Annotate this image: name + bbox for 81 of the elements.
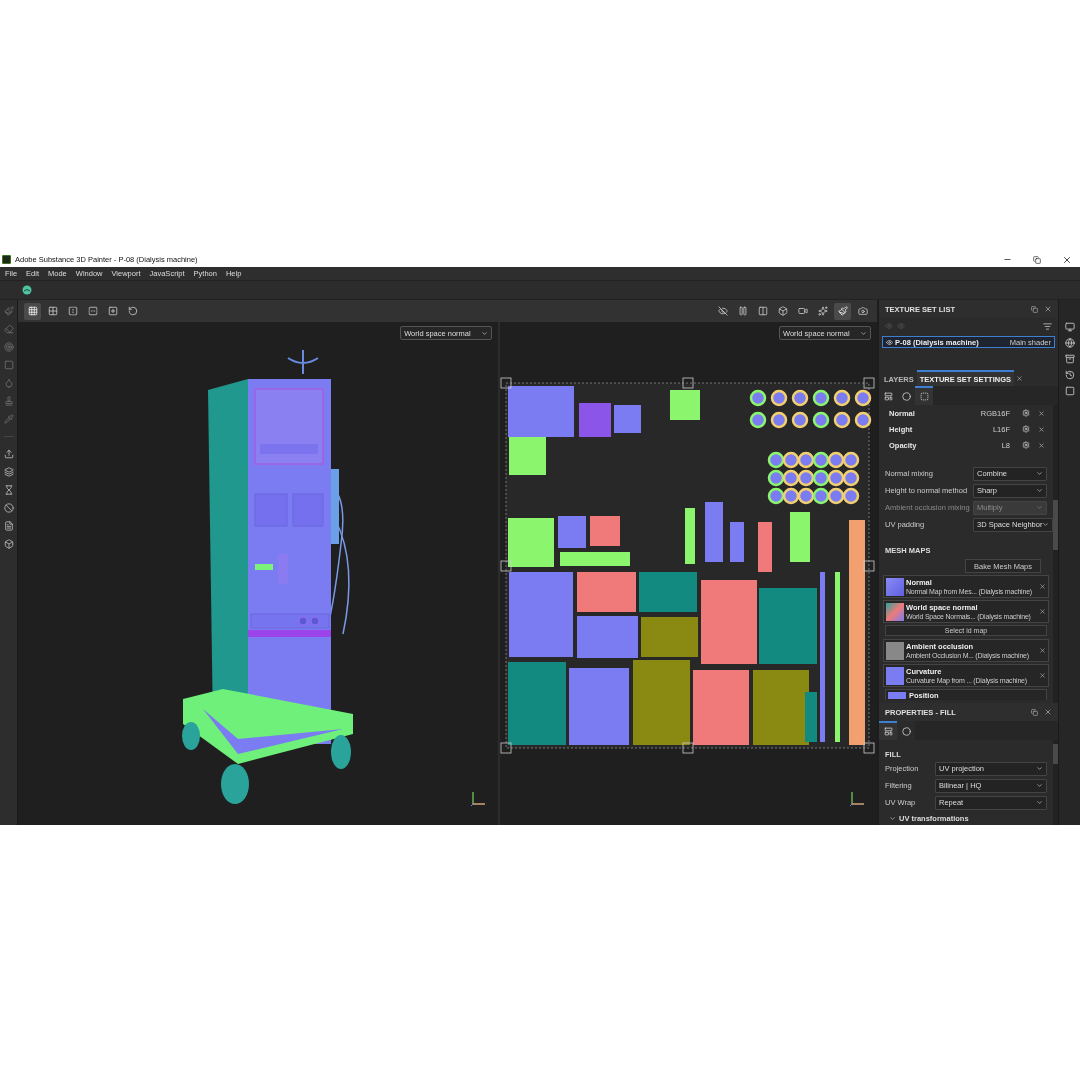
square-icon[interactable]	[1064, 386, 1075, 396]
tool-icon[interactable]	[3, 396, 14, 406]
scrollbar-thumb[interactable]	[1053, 500, 1058, 550]
chevron-down-icon	[1036, 487, 1043, 494]
close-icon[interactable]	[1039, 608, 1046, 615]
icon-tab[interactable]	[879, 721, 897, 740]
tool-icon[interactable]	[3, 467, 14, 477]
sphere-icon[interactable]	[22, 285, 32, 295]
screenshot-icon	[857, 306, 868, 316]
close-icon[interactable]	[1039, 647, 1046, 654]
axis-gizmo-icon	[849, 791, 865, 807]
circle-icon	[901, 392, 911, 401]
chevron-down-icon	[889, 814, 896, 822]
icon-tab[interactable]	[915, 386, 933, 405]
panel-icon	[883, 727, 893, 736]
close-icon[interactable]	[1038, 441, 1045, 449]
map-thumbnail	[886, 641, 904, 660]
dock-button[interactable]	[1031, 305, 1038, 313]
square-plus-icon	[107, 306, 118, 316]
tool-icon[interactable]	[3, 306, 14, 316]
map-thumbnail	[888, 691, 906, 699]
close-icon	[1044, 708, 1052, 716]
restore-icon	[1033, 255, 1041, 264]
globe-icon[interactable]	[1064, 338, 1075, 348]
grid-icon	[47, 306, 58, 316]
chevron-down-icon	[1042, 521, 1050, 528]
toolbar-button[interactable]	[834, 302, 851, 320]
tool-icon[interactable]	[3, 539, 14, 549]
close-icon[interactable]	[1038, 425, 1045, 433]
close-icon	[1016, 374, 1023, 382]
brush-icon	[837, 306, 848, 316]
close-button[interactable]	[1044, 708, 1052, 716]
tool-icon[interactable]	[3, 342, 14, 352]
archive-icon[interactable]	[1064, 354, 1075, 364]
dock-icon	[1031, 708, 1038, 716]
pause-icon	[737, 306, 748, 316]
circle-icon	[901, 727, 911, 736]
sparkles-icon	[817, 306, 828, 316]
toolbar-button[interactable]	[24, 302, 41, 320]
close-icon	[1062, 254, 1072, 265]
reset-icon	[127, 306, 138, 316]
cube-icon	[777, 306, 788, 316]
chevron-down-icon	[1036, 470, 1043, 477]
map-thumbnail	[886, 577, 904, 596]
panel-icon	[883, 392, 893, 401]
map-thumbnail	[886, 602, 904, 621]
grid-icon	[27, 306, 38, 316]
chevron-down-icon	[1036, 782, 1043, 789]
chevron-down-icon	[1036, 799, 1043, 806]
gear-icon[interactable]	[1022, 441, 1030, 449]
mirror-icon	[67, 306, 78, 316]
close-icon	[1044, 305, 1052, 313]
scrollbar-thumb[interactable]	[1053, 744, 1058, 764]
dock-button[interactable]	[1031, 708, 1038, 716]
mirror-icon	[87, 306, 98, 316]
camera-icon	[797, 306, 808, 316]
gear-icon[interactable]	[1022, 425, 1030, 433]
close-tab-button[interactable]	[1016, 374, 1023, 382]
history-icon[interactable]	[1064, 370, 1075, 380]
chevron-down-icon	[481, 329, 489, 337]
chevron-down-icon	[1036, 504, 1043, 511]
tool-icon[interactable]	[3, 503, 14, 513]
axis-gizmo-icon	[470, 791, 487, 807]
close-icon[interactable]	[1038, 409, 1045, 417]
square-icon	[919, 392, 929, 401]
tool-icon[interactable]	[3, 449, 14, 459]
split-icon	[757, 306, 768, 316]
tool-icon[interactable]	[3, 521, 14, 531]
chevron-down-icon	[860, 329, 867, 337]
dock-icon	[1031, 305, 1038, 313]
close-icon[interactable]	[1039, 672, 1046, 679]
chevron-down-icon	[1036, 765, 1043, 772]
gear-icon[interactable]	[1022, 409, 1030, 417]
close-button[interactable]	[1044, 305, 1052, 313]
close-icon[interactable]	[1039, 583, 1046, 590]
monitor-icon[interactable]	[1064, 322, 1075, 332]
eye-off-icon	[717, 306, 728, 316]
app-logo-icon	[2, 255, 11, 264]
list-filter-icon[interactable]	[1043, 321, 1052, 331]
tool-icon[interactable]	[3, 485, 14, 495]
map-thumbnail	[886, 666, 904, 685]
